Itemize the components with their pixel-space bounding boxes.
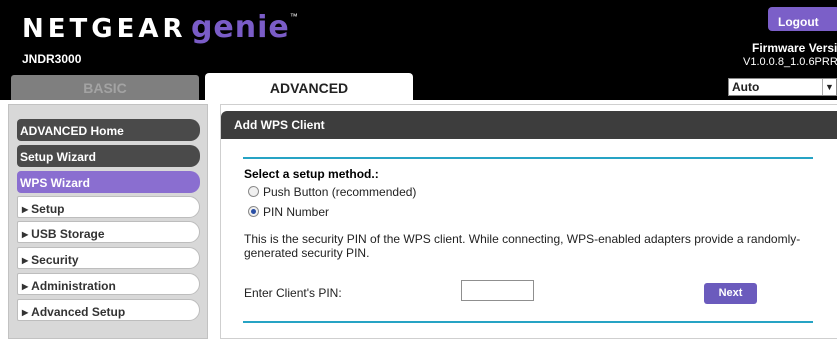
language-select-value: Auto [732, 80, 760, 94]
triangle-right-icon: ▶ [22, 308, 29, 317]
pin-description: This is the security PIN of the WPS clie… [244, 232, 801, 260]
logo-trademark: ™ [289, 12, 298, 21]
setup-method-label: Select a setup method.: [244, 167, 379, 181]
radio-pin-number[interactable] [248, 206, 259, 217]
sidebar-item-advanced-home[interactable]: ADVANCED Home [17, 119, 200, 141]
netgear-genie-logo: NETGEAR genie™ [22, 10, 298, 45]
sidebar-item-setup[interactable]: ▶ Setup [17, 196, 200, 218]
chevron-down-icon[interactable]: ▼ [822, 79, 836, 95]
model-name: JNDR3000 [22, 52, 82, 66]
sidebar-item-administration[interactable]: ▶ Administration [17, 273, 200, 295]
triangle-right-icon: ▶ [22, 256, 29, 265]
tab-basic[interactable]: BASIC [11, 75, 199, 100]
client-pin-label: Enter Client's PIN: [244, 286, 342, 300]
sidebar-item-wps-wizard[interactable]: WPS Wizard [17, 171, 200, 193]
divider [243, 157, 813, 159]
sidebar-item-label: Advanced Setup [31, 305, 126, 319]
firmware-version: V1.0.0.8_1.0.6PRR [743, 56, 837, 68]
sidebar-item-setup-wizard[interactable]: Setup Wizard [17, 145, 200, 167]
header-bar: NETGEAR genie™ JNDR3000 Logout Firmware … [0, 0, 837, 102]
sidebar-item-label: USB Storage [31, 227, 105, 241]
page-title: Add WPS Client [221, 111, 837, 139]
push-button-label: Push Button (recommended) [263, 185, 417, 199]
sidebar-item-usb-storage[interactable]: ▶ USB Storage [17, 221, 200, 243]
logout-button[interactable]: Logout [768, 7, 837, 31]
triangle-right-icon: ▶ [22, 205, 29, 214]
tab-advanced[interactable]: ADVANCED [205, 73, 413, 102]
sidebar-item-label: Administration [31, 279, 116, 293]
triangle-right-icon: ▶ [22, 282, 29, 291]
sidebar-item-label: Setup [31, 202, 65, 216]
sidebar: ADVANCED Home Setup Wizard WPS Wizard ▶ S… [8, 104, 208, 339]
sidebar-item-label: ADVANCED Home [20, 124, 124, 138]
client-pin-input[interactable] [461, 280, 534, 301]
pin-number-option[interactable]: PIN Number [248, 205, 329, 219]
sidebar-item-label: WPS Wizard [20, 176, 90, 190]
radio-push-button[interactable] [248, 186, 259, 197]
firmware-label: Firmware Versio [752, 41, 837, 55]
sidebar-item-security[interactable]: ▶ Security [17, 247, 200, 269]
main-panel: Add WPS Client Select a setup method.: P… [220, 104, 837, 339]
sidebar-item-label: Setup Wizard [20, 150, 96, 164]
next-button[interactable]: Next [704, 283, 757, 304]
logo-brand: NETGEAR [22, 14, 187, 44]
triangle-right-icon: ▶ [22, 230, 29, 239]
pin-number-label: PIN Number [263, 205, 330, 219]
sidebar-item-label: Security [31, 253, 79, 267]
divider [243, 321, 813, 323]
language-select[interactable]: Auto ▼ [728, 78, 837, 96]
logo-product: genie [190, 10, 290, 45]
sidebar-item-advanced-setup[interactable]: ▶ Advanced Setup [17, 299, 200, 321]
push-button-option[interactable]: Push Button (recommended) [248, 185, 416, 199]
